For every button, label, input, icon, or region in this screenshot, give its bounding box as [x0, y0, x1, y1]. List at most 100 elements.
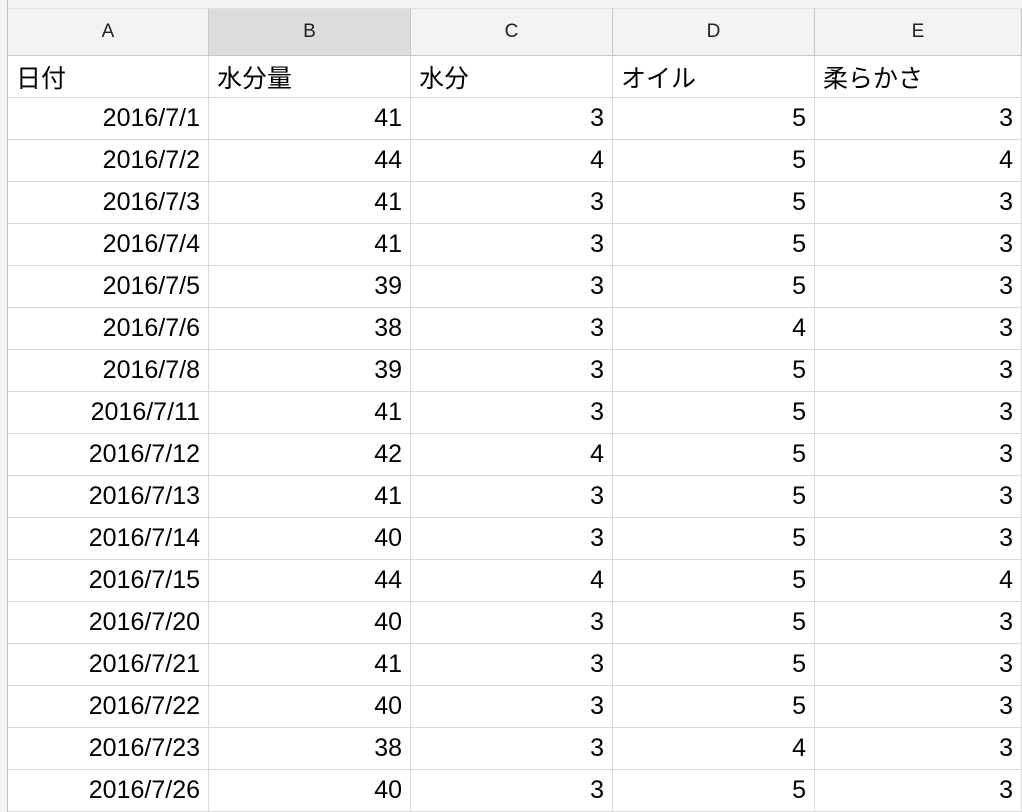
cell-moisture[interactable]: 3 [411, 770, 613, 812]
cell-softness[interactable]: 3 [815, 434, 1022, 476]
cell-softness[interactable]: 3 [815, 98, 1022, 140]
cell-moisture-amount[interactable]: 41 [209, 182, 411, 224]
cell-moisture[interactable]: 4 [411, 140, 613, 182]
column-header-d[interactable]: D [613, 8, 815, 56]
cell-date[interactable]: 2016/7/2 [8, 140, 209, 182]
cell-date[interactable]: 2016/7/22 [8, 686, 209, 728]
cell-oil[interactable]: 5 [613, 602, 815, 644]
cell-softness[interactable]: 3 [815, 770, 1022, 812]
cell-softness[interactable]: 3 [815, 518, 1022, 560]
cell-moisture[interactable]: 3 [411, 392, 613, 434]
cell-oil[interactable]: 5 [613, 140, 815, 182]
cell-oil[interactable]: 5 [613, 770, 815, 812]
cell-moisture-amount[interactable]: 40 [209, 686, 411, 728]
cell-softness[interactable]: 3 [815, 224, 1022, 266]
cell-moisture[interactable]: 3 [411, 476, 613, 518]
table-row: 2016/7/3 41 3 5 3 [8, 182, 1022, 224]
cell-date[interactable]: 2016/7/15 [8, 560, 209, 602]
cell-moisture-amount[interactable]: 44 [209, 560, 411, 602]
cell-date[interactable]: 2016/7/21 [8, 644, 209, 686]
cell-header-date[interactable]: 日付 [8, 56, 209, 98]
cell-moisture[interactable]: 4 [411, 434, 613, 476]
cell-softness[interactable]: 3 [815, 644, 1022, 686]
table-row: 2016/7/12 42 4 5 3 [8, 434, 1022, 476]
cell-date[interactable]: 2016/7/23 [8, 728, 209, 770]
cell-date[interactable]: 2016/7/8 [8, 350, 209, 392]
cell-moisture-amount[interactable]: 40 [209, 602, 411, 644]
cell-moisture[interactable]: 3 [411, 350, 613, 392]
cell-oil[interactable]: 5 [613, 350, 815, 392]
column-header-c[interactable]: C [411, 8, 613, 56]
cell-softness[interactable]: 3 [815, 392, 1022, 434]
cell-moisture-amount[interactable]: 41 [209, 224, 411, 266]
cell-oil[interactable]: 5 [613, 266, 815, 308]
cell-date[interactable]: 2016/7/12 [8, 434, 209, 476]
cell-date[interactable]: 2016/7/5 [8, 266, 209, 308]
column-header-e[interactable]: E [815, 8, 1022, 56]
cell-moisture[interactable]: 3 [411, 266, 613, 308]
cell-moisture[interactable]: 3 [411, 98, 613, 140]
cell-softness[interactable]: 3 [815, 686, 1022, 728]
cell-moisture-amount[interactable]: 41 [209, 98, 411, 140]
cell-date[interactable]: 2016/7/14 [8, 518, 209, 560]
cell-moisture[interactable]: 3 [411, 602, 613, 644]
cell-header-softness[interactable]: 柔らかさ [815, 56, 1022, 98]
cell-oil[interactable]: 4 [613, 308, 815, 350]
cell-date[interactable]: 2016/7/4 [8, 224, 209, 266]
cell-softness[interactable]: 3 [815, 728, 1022, 770]
cell-softness[interactable]: 4 [815, 140, 1022, 182]
cell-moisture-amount[interactable]: 41 [209, 476, 411, 518]
cell-softness[interactable]: 3 [815, 266, 1022, 308]
cell-moisture[interactable]: 3 [411, 224, 613, 266]
cell-oil[interactable]: 5 [613, 686, 815, 728]
cell-softness[interactable]: 3 [815, 350, 1022, 392]
cell-header-oil[interactable]: オイル [613, 56, 815, 98]
cell-moisture-amount[interactable]: 44 [209, 140, 411, 182]
row-header-gutter[interactable] [0, 0, 8, 812]
cell-header-moisture[interactable]: 水分 [411, 56, 613, 98]
column-header-b[interactable]: B [209, 8, 411, 56]
cell-softness[interactable]: 3 [815, 476, 1022, 518]
cell-date[interactable]: 2016/7/20 [8, 602, 209, 644]
cell-moisture[interactable]: 3 [411, 686, 613, 728]
cell-date[interactable]: 2016/7/11 [8, 392, 209, 434]
cell-date[interactable]: 2016/7/1 [8, 98, 209, 140]
cell-oil[interactable]: 5 [613, 224, 815, 266]
cell-moisture-amount[interactable]: 39 [209, 350, 411, 392]
cell-moisture-amount[interactable]: 38 [209, 308, 411, 350]
cell-softness[interactable]: 3 [815, 182, 1022, 224]
cell-softness[interactable]: 4 [815, 560, 1022, 602]
cell-softness[interactable]: 3 [815, 602, 1022, 644]
cell-moisture[interactable]: 3 [411, 182, 613, 224]
cell-moisture-amount[interactable]: 40 [209, 518, 411, 560]
cell-oil[interactable]: 5 [613, 392, 815, 434]
cell-date[interactable]: 2016/7/6 [8, 308, 209, 350]
cell-date[interactable]: 2016/7/13 [8, 476, 209, 518]
cell-moisture-amount[interactable]: 40 [209, 770, 411, 812]
cell-moisture-amount[interactable]: 41 [209, 392, 411, 434]
cell-moisture[interactable]: 3 [411, 644, 613, 686]
cell-oil[interactable]: 5 [613, 518, 815, 560]
cell-moisture-amount[interactable]: 41 [209, 644, 411, 686]
cell-oil[interactable]: 5 [613, 644, 815, 686]
table-row: 2016/7/14 40 3 5 3 [8, 518, 1022, 560]
cell-oil[interactable]: 5 [613, 434, 815, 476]
cell-date[interactable]: 2016/7/26 [8, 770, 209, 812]
cell-moisture[interactable]: 4 [411, 560, 613, 602]
cell-moisture[interactable]: 3 [411, 308, 613, 350]
cell-oil[interactable]: 5 [613, 560, 815, 602]
cell-date[interactable]: 2016/7/3 [8, 182, 209, 224]
cell-oil[interactable]: 5 [613, 98, 815, 140]
cell-moisture[interactable]: 3 [411, 728, 613, 770]
cell-header-moisture-amount[interactable]: 水分量 [209, 56, 411, 98]
cell-moisture[interactable]: 3 [411, 518, 613, 560]
column-header-a[interactable]: A [8, 8, 209, 56]
cell-moisture-amount[interactable]: 39 [209, 266, 411, 308]
cell-moisture-amount[interactable]: 38 [209, 728, 411, 770]
table-row: 2016/7/15 44 4 5 4 [8, 560, 1022, 602]
cell-moisture-amount[interactable]: 42 [209, 434, 411, 476]
cell-softness[interactable]: 3 [815, 308, 1022, 350]
cell-oil[interactable]: 5 [613, 182, 815, 224]
cell-oil[interactable]: 5 [613, 476, 815, 518]
cell-oil[interactable]: 4 [613, 728, 815, 770]
